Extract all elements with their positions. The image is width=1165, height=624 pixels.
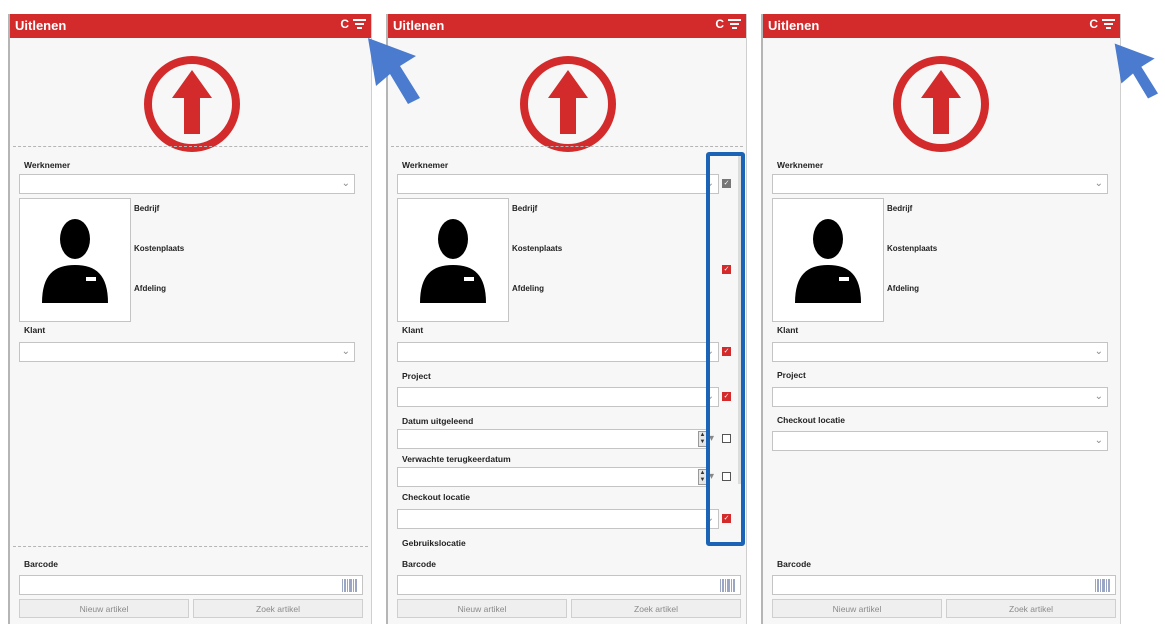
barcode-icon[interactable] bbox=[720, 579, 736, 592]
project-select[interactable]: ⌄ bbox=[397, 387, 719, 407]
werknemer-select[interactable]: ⌄ bbox=[397, 174, 719, 194]
barcode-label: Barcode bbox=[777, 559, 812, 569]
klant-select[interactable]: ⌄ bbox=[772, 342, 1108, 362]
divider bbox=[391, 146, 743, 147]
werknemer-label: Werknemer bbox=[24, 160, 71, 170]
nieuw-artikel-button[interactable]: Nieuw artikel bbox=[397, 599, 567, 618]
chevron-down-icon: ⌄ bbox=[1094, 435, 1103, 446]
avatar bbox=[397, 198, 509, 322]
klant-label: Klant bbox=[777, 325, 799, 335]
kostenplaats-label: Kostenplaats bbox=[512, 244, 563, 253]
verwachte-terugkeerdatum-input[interactable] bbox=[397, 467, 709, 487]
chevron-down-icon: ⌄ bbox=[1094, 346, 1103, 357]
app-title: Uitlenen bbox=[393, 18, 445, 33]
app-title: Uitlenen bbox=[15, 18, 67, 33]
werknemer-select[interactable]: ⌄ bbox=[19, 174, 355, 194]
bedrijf-label: Bedrijf bbox=[512, 204, 538, 213]
filter-icon[interactable] bbox=[1102, 19, 1115, 31]
chevron-down-icon: ⌄ bbox=[341, 346, 350, 357]
app-title: Uitlenen bbox=[768, 18, 820, 33]
klant-label: Klant bbox=[402, 325, 424, 335]
upload-arrow-icon bbox=[144, 56, 240, 152]
upload-arrow-icon bbox=[520, 56, 616, 152]
person-icon bbox=[420, 219, 486, 303]
klant-select[interactable]: ⌄ bbox=[397, 342, 719, 362]
chevron-down-icon: ⌄ bbox=[341, 178, 350, 189]
filter-icon[interactable] bbox=[728, 19, 741, 31]
barcode-input[interactable] bbox=[19, 575, 363, 595]
checkout-locatie-label: Checkout locatie bbox=[402, 492, 471, 502]
pointer-arrow-annotation bbox=[1114, 43, 1158, 99]
avatar bbox=[19, 198, 131, 322]
person-icon bbox=[42, 219, 108, 303]
upload-arrow-icon bbox=[893, 56, 989, 152]
nieuw-artikel-button[interactable]: Nieuw artikel bbox=[19, 599, 189, 618]
title-bar: Uitlenen C bbox=[10, 14, 371, 38]
afdeling-label: Afdeling bbox=[512, 284, 544, 293]
klant-label: Klant bbox=[24, 325, 46, 335]
checkbox-column-highlight bbox=[706, 152, 745, 546]
bedrijf-label: Bedrijf bbox=[887, 204, 913, 213]
filter-icon[interactable] bbox=[353, 19, 366, 31]
werknemer-label: Werknemer bbox=[777, 160, 824, 170]
werknemer-label: Werknemer bbox=[402, 160, 449, 170]
klant-select[interactable]: ⌄ bbox=[19, 342, 355, 362]
checkout-locatie-label: Checkout locatie bbox=[777, 415, 846, 425]
reset-button[interactable]: C bbox=[1089, 17, 1098, 31]
barcode-label: Barcode bbox=[24, 559, 59, 569]
avatar bbox=[772, 198, 884, 322]
panel-filter-settings: Uitlenen C Werknemer ⌄ ✓ Bedrijf Kostenp… bbox=[386, 14, 747, 624]
panel-default-view: Uitlenen C Werknemer ⌄ Bedrijf Kostenpla… bbox=[8, 14, 372, 624]
barcode-input[interactable] bbox=[772, 575, 1116, 595]
bedrijf-label: Bedrijf bbox=[134, 204, 160, 213]
afdeling-label: Afdeling bbox=[134, 284, 166, 293]
divider bbox=[13, 146, 368, 147]
nieuw-artikel-button[interactable]: Nieuw artikel bbox=[772, 599, 942, 618]
title-bar: Uitlenen C bbox=[388, 14, 746, 38]
barcode-input[interactable] bbox=[397, 575, 741, 595]
barcode-icon[interactable] bbox=[342, 579, 358, 592]
datum-uitgeleend-input[interactable] bbox=[397, 429, 709, 449]
pointer-arrow-annotation bbox=[368, 38, 420, 104]
zoek-artikel-button[interactable]: Zoek artikel bbox=[946, 599, 1116, 618]
barcode-icon[interactable] bbox=[1095, 579, 1111, 592]
kostenplaats-label: Kostenplaats bbox=[887, 244, 938, 253]
chevron-down-icon: ⌄ bbox=[1094, 391, 1103, 402]
divider bbox=[13, 546, 368, 547]
barcode-label: Barcode bbox=[402, 559, 437, 569]
werknemer-select[interactable]: ⌄ bbox=[772, 174, 1108, 194]
title-bar: Uitlenen C bbox=[763, 14, 1120, 38]
zoek-artikel-button[interactable]: Zoek artikel bbox=[571, 599, 741, 618]
verwachte-terugkeerdatum-label: Verwachte terugkeerdatum bbox=[402, 454, 511, 464]
reset-button[interactable]: C bbox=[715, 17, 724, 31]
checkout-locatie-select[interactable]: ⌄ bbox=[397, 509, 719, 529]
project-label: Project bbox=[402, 371, 431, 381]
chevron-down-icon: ⌄ bbox=[1094, 178, 1103, 189]
checkout-locatie-select[interactable]: ⌄ bbox=[772, 431, 1108, 451]
reset-button[interactable]: C bbox=[340, 17, 349, 31]
project-label: Project bbox=[777, 370, 806, 380]
person-icon bbox=[795, 219, 861, 303]
project-select[interactable]: ⌄ bbox=[772, 387, 1108, 407]
kostenplaats-label: Kostenplaats bbox=[134, 244, 185, 253]
zoek-artikel-button[interactable]: Zoek artikel bbox=[193, 599, 363, 618]
panel-filtered-view: Uitlenen C Werknemer ⌄ Bedrijf Kostenpla… bbox=[761, 14, 1121, 624]
afdeling-label: Afdeling bbox=[887, 284, 919, 293]
gebruikslocatie-label: Gebruikslocatie bbox=[402, 538, 466, 548]
datum-uitgeleend-label: Datum uitgeleend bbox=[402, 416, 474, 426]
